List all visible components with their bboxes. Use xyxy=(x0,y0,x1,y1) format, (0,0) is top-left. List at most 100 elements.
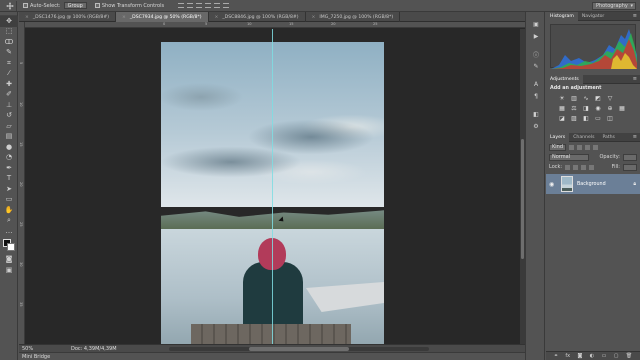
selective-color-icon[interactable]: ◫ xyxy=(606,114,614,122)
brightness-contrast-icon[interactable]: ☀ xyxy=(558,94,566,102)
brush-tool-button[interactable]: ✐ xyxy=(0,90,18,101)
levels-icon[interactable]: ▥ xyxy=(570,94,578,102)
align-top-icon[interactable] xyxy=(178,3,185,8)
horizontal-ruler[interactable]: 0 5 10 15 20 25 xyxy=(25,22,525,28)
show-transform-checkbox[interactable] xyxy=(94,3,100,8)
lock-all-icon[interactable] xyxy=(589,164,595,170)
shape-tool-button[interactable]: ▭ xyxy=(0,195,18,206)
path-select-tool-button[interactable]: ➤ xyxy=(0,184,18,195)
eyedropper-tool-button[interactable]: ⁄ xyxy=(0,69,18,80)
invert-icon[interactable]: ◪ xyxy=(558,114,566,122)
tab-document-3[interactable]: × _DSC8846.jpg @ 100% (RGB/8#) xyxy=(209,12,306,22)
shape-filter-icon[interactable] xyxy=(593,144,599,150)
history-icon[interactable]: ▣ xyxy=(526,18,546,30)
gradient-tool-button[interactable]: ▤ xyxy=(0,132,18,143)
quick-mask-button[interactable]: ◙ xyxy=(0,255,18,266)
crop-tool-button[interactable]: ⌗ xyxy=(0,58,18,69)
mini-bridge-tab[interactable]: Mini Bridge xyxy=(19,352,525,360)
layer-style-icon[interactable]: fx xyxy=(565,353,570,359)
horizontal-scrollbar[interactable] xyxy=(169,347,429,351)
posterize-icon[interactable]: ▨ xyxy=(570,114,578,122)
clone-stamp-tool-button[interactable]: ⊥ xyxy=(0,100,18,111)
document-size-info[interactable]: Doc: 4,39M/4,39M xyxy=(71,346,117,352)
adjustment-filter-icon[interactable] xyxy=(577,144,583,150)
close-icon[interactable]: × xyxy=(215,15,219,20)
tab-document-4[interactable]: × IMG_7250.jpg @ 100% (RGB/8*) xyxy=(306,12,401,22)
lock-pixels-icon[interactable] xyxy=(573,164,579,170)
character-icon[interactable]: A xyxy=(526,78,546,90)
healing-brush-tool-button[interactable]: ✚ xyxy=(0,79,18,90)
play-icon[interactable]: ▶ xyxy=(526,30,546,42)
threshold-icon[interactable]: ◧ xyxy=(582,114,590,122)
color-balance-icon[interactable]: ⚖ xyxy=(570,104,578,112)
curves-icon[interactable]: ∿ xyxy=(582,94,590,102)
canvas-area[interactable] xyxy=(26,29,520,344)
blend-mode-dropdown[interactable]: Normal xyxy=(549,153,589,161)
brush-presets-icon[interactable]: ✎ xyxy=(526,60,546,72)
lasso-tool-button[interactable]: ↀ xyxy=(0,37,18,48)
hue-saturation-icon[interactable]: ▦ xyxy=(558,104,566,112)
delete-layer-icon[interactable]: 🗑︎ xyxy=(626,353,632,359)
new-layer-icon[interactable]: ▢ xyxy=(614,353,619,359)
close-icon[interactable]: × xyxy=(25,15,29,20)
panel-menu-icon[interactable]: ≡ xyxy=(633,76,637,82)
black-white-icon[interactable]: ◨ xyxy=(582,104,590,112)
align-center-icon[interactable] xyxy=(214,3,221,8)
layer-filter-dropdown[interactable]: Kind xyxy=(549,143,567,151)
fill-field[interactable] xyxy=(623,163,637,171)
channel-mixer-icon[interactable]: ⊕ xyxy=(606,104,614,112)
tab-adjustments[interactable]: Adjustments xyxy=(546,74,583,84)
align-middle-icon[interactable] xyxy=(187,3,194,8)
align-right-icon[interactable] xyxy=(223,3,230,8)
zoom-level[interactable]: 50% xyxy=(19,346,45,352)
extra-tools-button[interactable]: … xyxy=(0,226,18,237)
gradient-map-icon[interactable]: ▭ xyxy=(594,114,602,122)
type-filter-icon[interactable] xyxy=(585,144,591,150)
tool-presets-icon[interactable]: ⚙ xyxy=(526,120,546,132)
opacity-field[interactable] xyxy=(623,153,637,161)
color-lookup-icon[interactable]: ▦ xyxy=(618,104,626,112)
link-layers-icon[interactable]: ⚭ xyxy=(554,353,558,359)
new-group-icon[interactable]: ▭ xyxy=(602,353,607,359)
exposure-icon[interactable]: ◩ xyxy=(594,94,602,102)
tab-paths[interactable]: Paths xyxy=(598,133,619,142)
dodge-tool-button[interactable]: ◔ xyxy=(0,153,18,164)
new-adjustment-icon[interactable]: ◐ xyxy=(590,353,594,359)
tab-document-1[interactable]: × _DSC1476.jpg @ 100% (RGB/8#) xyxy=(19,12,116,22)
panel-menu-icon[interactable]: ≡ xyxy=(633,134,637,140)
tab-channels[interactable]: Channels xyxy=(569,133,598,142)
move-tool-icon[interactable] xyxy=(3,0,17,11)
pixel-filter-icon[interactable] xyxy=(569,144,575,150)
scroll-thumb[interactable] xyxy=(521,139,524,259)
auto-select-checkbox[interactable] xyxy=(23,3,28,8)
vibrance-icon[interactable]: ▽ xyxy=(606,94,614,102)
hand-tool-button[interactable]: ✋ xyxy=(0,205,18,216)
blur-tool-button[interactable]: ● xyxy=(0,142,18,153)
color-swatches[interactable] xyxy=(0,237,18,255)
tab-histogram[interactable]: Histogram xyxy=(546,11,578,21)
history-brush-tool-button[interactable]: ↺ xyxy=(0,111,18,122)
type-tool-button[interactable]: T xyxy=(0,174,18,185)
add-mask-icon[interactable]: ◙ xyxy=(577,353,582,359)
screen-mode-button[interactable]: ▣ xyxy=(0,265,18,276)
tab-layers[interactable]: Layers xyxy=(546,132,570,142)
vertical-guide[interactable] xyxy=(272,29,273,344)
lock-transparent-icon[interactable] xyxy=(565,164,571,170)
scroll-thumb[interactable] xyxy=(249,347,349,351)
panel-menu-icon[interactable]: ≡ xyxy=(633,13,637,19)
eye-icon[interactable]: ◉ xyxy=(549,181,557,188)
workspace-switcher[interactable]: Photography ▾ xyxy=(592,2,636,10)
pen-tool-button[interactable]: ✒ xyxy=(0,163,18,174)
quick-select-tool-button[interactable]: ✎ xyxy=(0,48,18,59)
close-icon[interactable]: × xyxy=(122,15,126,20)
photo-filter-icon[interactable]: ◉ xyxy=(594,104,602,112)
paragraph-icon[interactable]: ¶ xyxy=(526,90,546,102)
close-icon[interactable]: × xyxy=(312,15,316,20)
vertical-ruler[interactable]: 5 10 15 20 25 30 35 xyxy=(19,22,25,344)
align-left-icon[interactable] xyxy=(205,3,212,8)
lock-position-icon[interactable] xyxy=(581,164,587,170)
background-color-swatch[interactable] xyxy=(7,242,15,251)
styles-icon[interactable]: ◧ xyxy=(526,108,546,120)
tab-navigator[interactable]: Navigator xyxy=(578,12,608,21)
tab-document-2[interactable]: × _DSC7934.jpg @ 50% (RGB/8*) xyxy=(116,12,209,22)
